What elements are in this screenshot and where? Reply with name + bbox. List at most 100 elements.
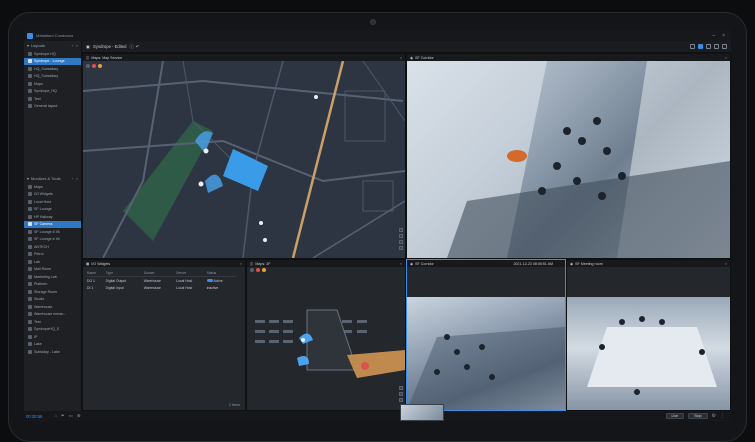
meeting-scene bbox=[587, 316, 717, 395]
close-icon[interactable]: × bbox=[725, 262, 730, 266]
sidebar: ▾ Layouts + ⌕ Syndrope HQ Syndrope - Loung… bbox=[24, 41, 82, 411]
add-icon[interactable]: + bbox=[71, 43, 73, 48]
camera-icon: ◉ bbox=[410, 261, 414, 266]
layouts-header[interactable]: ▾ Layouts + ⌕ bbox=[24, 41, 81, 50]
tool-item[interactable]: SyndropeHQ_S bbox=[24, 326, 81, 334]
table-row[interactable]: DO 1 Digital Output Warehouse Local Host… bbox=[86, 277, 236, 285]
camera-feed bbox=[407, 297, 565, 410]
tool-item[interactable]: Storage Room bbox=[24, 288, 81, 296]
search-icon[interactable]: ⌕ bbox=[76, 43, 78, 48]
settings-icon[interactable]: ⚙ bbox=[712, 413, 716, 419]
edit-icon[interactable] bbox=[698, 44, 703, 49]
layout-icon bbox=[28, 74, 32, 79]
app-window: Metadium Conductor – × ▾ Layouts + ⌕ Synd… bbox=[24, 30, 731, 421]
table-row[interactable]: DI 1 Digital Input Warehouse Local Host … bbox=[86, 284, 236, 291]
close-icon[interactable]: × bbox=[725, 56, 730, 60]
undo-icon[interactable]: ↶ bbox=[136, 44, 140, 49]
grid-icon[interactable] bbox=[690, 44, 695, 49]
layout-item-label: Syndrope_HQ bbox=[34, 89, 57, 94]
tool-item[interactable]: Warehouse entran... bbox=[24, 311, 81, 319]
chevron-down-icon[interactable]: ▾ bbox=[27, 176, 29, 181]
tool-item[interactable]: Mail Room bbox=[24, 266, 81, 274]
layout-icon bbox=[28, 51, 32, 56]
tools-header[interactable]: ▾ Monitors & Tools + ⌕ bbox=[24, 174, 81, 183]
close-icon[interactable]: × bbox=[400, 56, 405, 60]
close-icon[interactable]: × bbox=[722, 33, 725, 39]
tool-item[interactable]: Lab bbox=[24, 258, 81, 266]
layout-item[interactable]: HQ_Subsidiary bbox=[24, 73, 81, 81]
tool-item[interactable]: Test bbox=[24, 318, 81, 326]
camera-icon bbox=[28, 237, 32, 242]
title-bar: Metadium Conductor – × bbox=[24, 30, 731, 41]
camera-icon bbox=[28, 229, 32, 234]
map-tile[interactable]: ◫ Maps: Map Service × bbox=[83, 54, 405, 258]
info-icon[interactable]: ⓘ bbox=[130, 44, 134, 50]
status-toggle[interactable] bbox=[206, 279, 213, 283]
camera-tile-corridor-2[interactable]: ◉ SF Corridor 2021-12-23 08:06:51 AM bbox=[406, 259, 566, 411]
map-view[interactable] bbox=[83, 60, 405, 258]
tool-item[interactable]: HP Hallway bbox=[24, 213, 81, 221]
layout-item[interactable]: General layout bbox=[24, 103, 81, 111]
tool-item[interactable]: Local Host bbox=[24, 198, 81, 206]
minimize-icon[interactable]: – bbox=[712, 33, 715, 39]
more-icon[interactable]: ⋮ bbox=[720, 413, 725, 419]
tool-item[interactable]: SF Lounge bbox=[24, 206, 81, 214]
live-button[interactable]: Live bbox=[665, 413, 685, 419]
layout-item-label: Syndrope HQ bbox=[34, 51, 56, 56]
floorplan-tile[interactable]: ◫ Maps: 3F × bbox=[247, 260, 405, 410]
video-wall: ◫ Maps: Map Service × ◉ SF Corridor × ▦ … bbox=[82, 53, 731, 411]
layout-item[interactable]: Syndrope_HQ bbox=[24, 88, 81, 96]
layout-item-label: Test bbox=[34, 96, 41, 101]
clip-icon[interactable]: ⌂ bbox=[54, 413, 57, 419]
layout-item-label: General layout bbox=[34, 104, 58, 109]
stop-button[interactable]: Stop bbox=[688, 413, 708, 419]
layout-item[interactable]: Test bbox=[24, 95, 81, 103]
tool-item-label: Mail Room bbox=[34, 267, 52, 272]
tool-item[interactable]: SF Lounge # 4K bbox=[24, 236, 81, 244]
close-icon[interactable]: × bbox=[400, 262, 405, 266]
tool-item[interactable]: Subsiday - Lake bbox=[24, 348, 81, 356]
layout-item[interactable]: Syndrope HQ bbox=[24, 50, 81, 58]
search-icon[interactable]: ⌕ bbox=[76, 176, 78, 181]
tool-item[interactable]: Lake bbox=[24, 341, 81, 349]
add-icon[interactable]: + bbox=[71, 176, 73, 181]
timeline-thumbnail[interactable] bbox=[400, 404, 444, 421]
tool-item[interactable]: ANTECH bbox=[24, 243, 81, 251]
tool-item[interactable]: Warehouse bbox=[24, 303, 81, 311]
tool-item-label: Studio bbox=[34, 297, 45, 302]
tool-item[interactable]: Maps bbox=[24, 183, 81, 191]
camera-tile-meeting-room[interactable]: ◉ SF Meeting room × bbox=[567, 260, 730, 410]
timecode: 00:20:56 bbox=[26, 413, 43, 419]
camera-icon bbox=[28, 222, 32, 227]
chevron-down-icon[interactable]: ▾ bbox=[27, 43, 29, 48]
layout-item[interactable]: HQ_Subsidiary bbox=[24, 65, 81, 73]
map-icon: ◫ bbox=[250, 261, 254, 266]
camera-tile-corridor[interactable]: ◉ SF Corridor × bbox=[407, 54, 730, 258]
settings-icon[interactable] bbox=[706, 44, 711, 49]
tool-item[interactable]: I/O Widgets bbox=[24, 191, 81, 199]
tool-item-label: I/O Widgets bbox=[34, 192, 53, 197]
fullscreen-icon[interactable] bbox=[722, 44, 727, 49]
zoom-icon[interactable]: ⊕ bbox=[77, 413, 81, 419]
tool-item[interactable]: Platform bbox=[24, 281, 81, 289]
camera-icon bbox=[28, 282, 32, 287]
filter-icon[interactable]: ⏷ bbox=[61, 413, 65, 419]
camera-icon bbox=[28, 304, 32, 309]
layout-name[interactable]: Syndrope - Edited bbox=[93, 44, 127, 49]
close-icon[interactable]: × bbox=[240, 262, 245, 266]
app-logo-icon bbox=[27, 32, 33, 39]
tool-item[interactable]: SF Lounge # 4K bbox=[24, 228, 81, 236]
camera-icon bbox=[28, 274, 32, 279]
layout-item[interactable]: Syndrope - Lounge bbox=[24, 57, 81, 65]
calendar-icon[interactable]: ▭ bbox=[69, 413, 73, 419]
tool-item[interactable]: Studio bbox=[24, 296, 81, 304]
tool-item[interactable]: IP bbox=[24, 333, 81, 341]
save-icon[interactable] bbox=[714, 44, 719, 49]
tool-item[interactable]: SF Camera bbox=[24, 220, 81, 228]
tool-item[interactable]: Petrol bbox=[24, 251, 81, 259]
layout-item[interactable]: Maps bbox=[24, 80, 81, 88]
io-widget-tile[interactable]: ▦ I/O Widgets × Name Type Source Server St… bbox=[83, 260, 245, 410]
camera-icon bbox=[28, 342, 32, 347]
tool-item[interactable]: Marketing Lab bbox=[24, 273, 81, 281]
camera-feed bbox=[407, 61, 730, 258]
